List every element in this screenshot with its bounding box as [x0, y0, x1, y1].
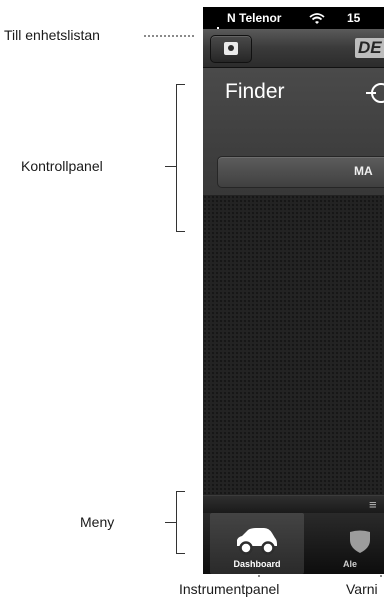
- locate-icon[interactable]: [366, 83, 384, 103]
- phone-screen: N Telenor 15 DE Finder MA ≡ Dashboard Al…: [203, 7, 384, 574]
- carrier-name: N Telenor: [227, 11, 282, 25]
- map-button[interactable]: MA: [217, 156, 384, 188]
- callout-warnings: Varni: [346, 581, 378, 597]
- status-time: 15: [347, 11, 361, 25]
- callout-device-list-leader: [144, 35, 194, 37]
- car-icon: [237, 528, 277, 555]
- menu-handle-bar[interactable]: ≡: [203, 495, 384, 513]
- callout-control-panel: Kontrollpanel: [21, 158, 103, 174]
- shield-icon: [350, 530, 370, 553]
- brand-logo: DE: [355, 38, 384, 58]
- control-panel: Finder MA: [203, 68, 384, 195]
- status-bar: N Telenor 15: [203, 7, 384, 36]
- wifi-icon: [309, 7, 325, 29]
- callout-menu-bracket: [176, 491, 185, 554]
- menu-lines-icon[interactable]: ≡: [369, 498, 377, 511]
- callout-device-list: Till enhetslistan: [4, 27, 100, 43]
- callout-control-panel-tick: [165, 166, 176, 167]
- content-area: [203, 195, 384, 495]
- tab-bar: Dashboard Ale: [203, 513, 384, 574]
- tab-alerts-label: Ale: [343, 559, 358, 569]
- device-list-button[interactable]: [210, 35, 252, 63]
- tab-dashboard-label: Dashboard: [233, 559, 281, 569]
- tab-dashboard[interactable]: Dashboard: [210, 513, 304, 574]
- map-button-label: MA: [354, 164, 373, 178]
- control-panel-title: Finder: [225, 80, 285, 103]
- callout-menu-tick: [165, 522, 176, 523]
- contact-card-icon: [224, 42, 238, 55]
- callout-dashboard: Instrumentpanel: [179, 581, 280, 597]
- callout-control-panel-bracket: [176, 84, 185, 232]
- tab-alerts[interactable]: Ale: [307, 513, 384, 574]
- callout-menu: Meny: [80, 514, 115, 530]
- nav-bar: DE: [203, 29, 384, 68]
